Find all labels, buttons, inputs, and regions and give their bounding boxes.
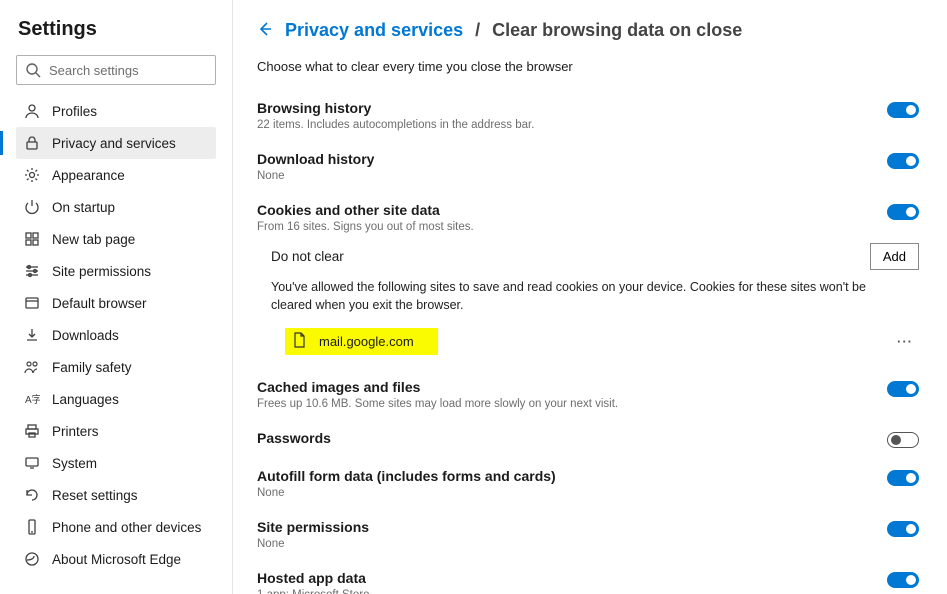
section-title: Cookies and other site data	[257, 202, 474, 218]
section-title: Cached images and files	[257, 379, 618, 395]
sliders-icon	[24, 263, 40, 279]
sidebar-item-newtab[interactable]: New tab page	[16, 223, 216, 255]
more-options-button[interactable]: ···	[891, 328, 919, 355]
toggle-autofill[interactable]	[887, 470, 919, 486]
sidebar-item-downloads[interactable]: Downloads	[16, 319, 216, 351]
sidebar-item-label: Site permissions	[52, 264, 151, 279]
section-cookies: Cookies and other site data From 16 site…	[257, 196, 919, 373]
user-icon	[24, 103, 40, 119]
sidebar-item-label: About Microsoft Edge	[52, 552, 181, 567]
sidebar-item-label: On startup	[52, 200, 115, 215]
sidebar-item-label: System	[52, 456, 97, 471]
people-icon	[24, 359, 40, 375]
site-entry[interactable]: mail.google.com	[285, 328, 438, 355]
section-hosted-app: Hosted app data 1 app: Microsoft Store.	[257, 564, 919, 594]
sidebar-item-defaultbrowser[interactable]: Default browser	[16, 287, 216, 319]
section-title: Site permissions	[257, 519, 369, 535]
monitor-icon	[24, 455, 40, 471]
section-download-history: Download history None	[257, 145, 919, 196]
phone-icon	[24, 519, 40, 535]
toggle-download-history[interactable]	[887, 153, 919, 169]
browser-icon	[24, 295, 40, 311]
back-button[interactable]	[257, 21, 273, 40]
sidebar-item-label: Default browser	[52, 296, 147, 311]
section-title: Autofill form data (includes forms and c…	[257, 468, 556, 484]
toggle-site-permissions[interactable]	[887, 521, 919, 537]
site-row: mail.google.com ···	[285, 328, 919, 355]
lock-icon	[24, 135, 40, 151]
download-icon	[24, 327, 40, 343]
sidebar-item-family[interactable]: Family safety	[16, 351, 216, 383]
section-title: Browsing history	[257, 100, 534, 116]
toggle-hosted-app[interactable]	[887, 572, 919, 588]
sidebar-item-languages[interactable]: A字 Languages	[16, 383, 216, 415]
section-desc: 1 app: Microsoft Store.	[257, 589, 373, 594]
printer-icon	[24, 423, 40, 439]
section-desc: 22 items. Includes autocompletions in th…	[257, 119, 534, 131]
search-wrap	[16, 55, 216, 85]
section-passwords: Passwords	[257, 424, 919, 462]
edge-icon	[24, 551, 40, 567]
section-cache: Cached images and files Frees up 10.6 MB…	[257, 373, 919, 424]
section-desc: Frees up 10.6 MB. Some sites may load mo…	[257, 398, 618, 410]
file-icon	[291, 332, 307, 351]
sidebar-item-label: New tab page	[52, 232, 135, 247]
svg-text:A字: A字	[25, 393, 40, 406]
sidebar-item-label: Privacy and services	[52, 136, 176, 151]
site-name: mail.google.com	[319, 334, 414, 349]
sidebar-nav: Profiles Privacy and services Appearance…	[16, 95, 216, 575]
section-title: Download history	[257, 151, 374, 167]
breadcrumb-current: Clear browsing data on close	[492, 20, 742, 41]
breadcrumb: Privacy and services / Clear browsing da…	[257, 20, 919, 41]
sidebar-item-label: Languages	[52, 392, 119, 407]
section-desc: None	[257, 170, 374, 182]
section-desc: From 16 sites. Signs you out of most sit…	[257, 221, 474, 233]
sidebar-item-reset[interactable]: Reset settings	[16, 479, 216, 511]
search-input[interactable]	[16, 55, 216, 85]
sidebar-item-label: Phone and other devices	[52, 520, 201, 535]
sidebar-item-label: Family safety	[52, 360, 132, 375]
reset-icon	[24, 487, 40, 503]
sidebar-item-about[interactable]: About Microsoft Edge	[16, 543, 216, 575]
sidebar-item-label: Printers	[52, 424, 99, 439]
section-autofill: Autofill form data (includes forms and c…	[257, 462, 919, 513]
sidebar-item-profiles[interactable]: Profiles	[16, 95, 216, 127]
main-content: Privacy and services / Clear browsing da…	[233, 0, 947, 594]
sidebar-item-system[interactable]: System	[16, 447, 216, 479]
grid-icon	[24, 231, 40, 247]
do-not-clear-title: Do not clear	[271, 249, 344, 264]
do-not-clear-desc: You've allowed the following sites to sa…	[271, 278, 891, 314]
sidebar-item-phone[interactable]: Phone and other devices	[16, 511, 216, 543]
sidebar-item-appearance[interactable]: Appearance	[16, 159, 216, 191]
sidebar-item-startup[interactable]: On startup	[16, 191, 216, 223]
page-title: Settings	[18, 18, 216, 41]
sidebar-item-sitepermissions[interactable]: Site permissions	[16, 255, 216, 287]
power-icon	[24, 199, 40, 215]
toggle-cache[interactable]	[887, 381, 919, 397]
gear-icon	[24, 167, 40, 183]
sidebar-item-label: Downloads	[52, 328, 119, 343]
toggle-cookies[interactable]	[887, 204, 919, 220]
sidebar-item-label: Profiles	[52, 104, 97, 119]
breadcrumb-link[interactable]: Privacy and services	[285, 20, 463, 41]
section-desc: None	[257, 487, 556, 499]
add-button[interactable]: Add	[870, 243, 919, 270]
settings-sidebar: Settings Profiles Privacy and services A…	[0, 0, 233, 594]
sidebar-item-privacy[interactable]: Privacy and services	[16, 127, 216, 159]
section-title: Passwords	[257, 430, 331, 446]
breadcrumb-separator: /	[475, 20, 480, 41]
section-desc: None	[257, 538, 369, 550]
do-not-clear-block: Do not clear Add You've allowed the foll…	[271, 243, 919, 355]
section-browsing-history: Browsing history 22 items. Includes auto…	[257, 94, 919, 145]
sidebar-item-label: Appearance	[52, 168, 125, 183]
toggle-browsing-history[interactable]	[887, 102, 919, 118]
toggle-passwords[interactable]	[887, 432, 919, 448]
section-site-permissions: Site permissions None	[257, 513, 919, 564]
sidebar-item-printers[interactable]: Printers	[16, 415, 216, 447]
search-icon	[25, 62, 41, 81]
language-icon: A字	[24, 391, 40, 407]
section-title: Hosted app data	[257, 570, 373, 586]
sidebar-item-label: Reset settings	[52, 488, 138, 503]
intro-text: Choose what to clear every time you clos…	[257, 59, 919, 74]
